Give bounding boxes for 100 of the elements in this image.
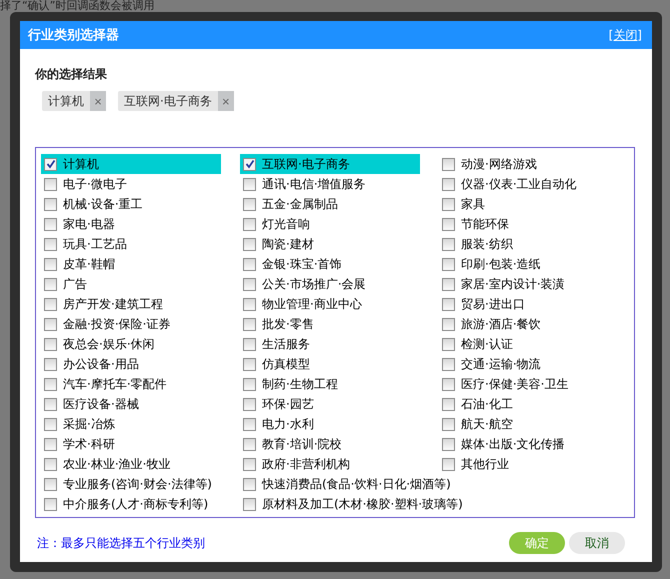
option-label[interactable]: 计算机 bbox=[63, 156, 99, 172]
checkbox[interactable] bbox=[243, 498, 256, 510]
cancel-button[interactable]: 取消 bbox=[569, 532, 625, 554]
checkbox[interactable] bbox=[44, 178, 57, 190]
option-label[interactable]: 政府·非营利机构 bbox=[262, 456, 350, 472]
option-label[interactable]: 仪器·仪表·工业自动化 bbox=[461, 176, 577, 192]
option-label[interactable]: 制药·生物工程 bbox=[262, 376, 338, 392]
checkbox[interactable] bbox=[243, 378, 256, 390]
checkbox[interactable] bbox=[243, 218, 256, 230]
option-label[interactable]: 灯光音响 bbox=[262, 216, 310, 232]
checkbox[interactable] bbox=[442, 198, 455, 210]
checkbox[interactable] bbox=[442, 238, 455, 250]
option-label[interactable]: 家居·室内设计·装潢 bbox=[461, 276, 565, 292]
option-label[interactable]: 节能环保 bbox=[461, 216, 509, 232]
option-label[interactable]: 快速消费品(食品·饮料·日化·烟酒等) bbox=[262, 476, 451, 492]
option-label[interactable]: 贸易·进出口 bbox=[461, 296, 525, 312]
option-label[interactable]: 医疗·保健·美容·卫生 bbox=[461, 376, 568, 392]
option-label[interactable]: 汽车·摩托车·零配件 bbox=[63, 376, 167, 392]
checkbox[interactable] bbox=[442, 318, 455, 330]
checkbox[interactable] bbox=[243, 318, 256, 330]
option-label[interactable]: 动漫·网络游戏 bbox=[461, 156, 537, 172]
option-label[interactable]: 金融·投资·保险·证券 bbox=[63, 316, 170, 332]
checkbox[interactable] bbox=[442, 438, 455, 450]
option-label[interactable]: 其他行业 bbox=[461, 456, 509, 472]
option-label[interactable]: 专业服务(咨询·财会·法律等) bbox=[63, 476, 212, 492]
checkbox[interactable] bbox=[243, 458, 256, 470]
checkbox[interactable] bbox=[442, 358, 455, 370]
option-label[interactable]: 教育·培训·院校 bbox=[262, 436, 342, 452]
option-label[interactable]: 五金·金属制品 bbox=[262, 196, 338, 212]
option-label[interactable]: 媒体·出版·文化传播 bbox=[461, 436, 565, 452]
checkbox[interactable] bbox=[243, 278, 256, 290]
option-label[interactable]: 仿真模型 bbox=[262, 356, 310, 372]
checkbox[interactable] bbox=[442, 378, 455, 390]
checkbox[interactable] bbox=[243, 358, 256, 370]
checkbox[interactable] bbox=[243, 438, 256, 450]
option-label[interactable]: 互联网·电子商务 bbox=[262, 156, 350, 172]
checkbox[interactable] bbox=[44, 398, 57, 410]
option-label[interactable]: 学术·科研 bbox=[63, 436, 115, 452]
option-label[interactable]: 中介服务(人才·商标专利等) bbox=[63, 496, 208, 512]
option-label[interactable]: 房产开发·建筑工程 bbox=[63, 296, 163, 312]
checkbox[interactable] bbox=[44, 278, 57, 290]
checkbox[interactable] bbox=[44, 338, 57, 350]
checkbox[interactable] bbox=[44, 498, 57, 510]
checkbox[interactable] bbox=[442, 338, 455, 350]
checkbox[interactable] bbox=[44, 218, 57, 230]
checkbox[interactable] bbox=[243, 478, 256, 490]
option-label[interactable]: 生活服务 bbox=[262, 336, 310, 352]
checkbox[interactable] bbox=[442, 218, 455, 230]
option-label[interactable]: 航天·航空 bbox=[461, 416, 513, 432]
checkbox[interactable] bbox=[44, 298, 57, 310]
option-label[interactable]: 交通·运输·物流 bbox=[461, 356, 541, 372]
checkbox[interactable] bbox=[243, 418, 256, 430]
checkbox[interactable] bbox=[442, 398, 455, 410]
option-label[interactable]: 公关·市场推广·会展 bbox=[262, 276, 366, 292]
checkbox[interactable] bbox=[442, 158, 455, 170]
option-label[interactable]: 检测·认证 bbox=[461, 336, 513, 352]
checkbox[interactable] bbox=[243, 158, 256, 170]
option-label[interactable]: 通讯·电信·增值服务 bbox=[262, 176, 366, 192]
checkbox[interactable] bbox=[44, 258, 57, 270]
checkbox[interactable] bbox=[243, 298, 256, 310]
option-label[interactable]: 旅游·酒店·餐饮 bbox=[461, 316, 541, 332]
option-label[interactable]: 批发·零售 bbox=[262, 316, 314, 332]
checkbox[interactable] bbox=[44, 238, 57, 250]
checkbox[interactable] bbox=[243, 338, 256, 350]
checkbox[interactable] bbox=[442, 278, 455, 290]
option-label[interactable]: 环保·园艺 bbox=[262, 396, 314, 412]
option-label[interactable]: 服装·纺织 bbox=[461, 236, 513, 252]
checkbox[interactable] bbox=[44, 358, 57, 370]
checkbox[interactable] bbox=[243, 258, 256, 270]
option-label[interactable]: 广告 bbox=[63, 276, 87, 292]
checkbox[interactable] bbox=[243, 398, 256, 410]
option-label[interactable]: 皮革·鞋帽 bbox=[63, 256, 115, 272]
option-label[interactable]: 玩具·工艺品 bbox=[63, 236, 127, 252]
checkbox[interactable] bbox=[44, 418, 57, 430]
option-label[interactable]: 电力·水利 bbox=[262, 416, 314, 432]
checkbox[interactable] bbox=[44, 438, 57, 450]
checkbox[interactable] bbox=[243, 178, 256, 190]
checkbox[interactable] bbox=[44, 198, 57, 210]
checkbox[interactable] bbox=[44, 158, 57, 170]
checkbox[interactable] bbox=[44, 458, 57, 470]
checkbox[interactable] bbox=[44, 478, 57, 490]
checkbox[interactable] bbox=[243, 198, 256, 210]
checkbox[interactable] bbox=[442, 418, 455, 430]
option-label[interactable]: 石油·化工 bbox=[461, 396, 513, 412]
option-label[interactable]: 夜总会·娱乐·休闲 bbox=[63, 336, 155, 352]
option-label[interactable]: 金银·珠宝·首饰 bbox=[262, 256, 342, 272]
checkbox[interactable] bbox=[442, 178, 455, 190]
option-label[interactable]: 家具 bbox=[461, 196, 485, 212]
checkbox[interactable] bbox=[44, 318, 57, 330]
option-label[interactable]: 办公设备·用品 bbox=[63, 356, 139, 372]
option-label[interactable]: 原材料及加工(木材·橡胶·塑料·玻璃等) bbox=[262, 496, 463, 512]
option-label[interactable]: 陶瓷·建材 bbox=[262, 236, 314, 252]
option-label[interactable]: 电子·微电子 bbox=[63, 176, 127, 192]
option-label[interactable]: 物业管理·商业中心 bbox=[262, 296, 362, 312]
option-label[interactable]: 机械·设备·重工 bbox=[63, 196, 143, 212]
checkbox[interactable] bbox=[442, 298, 455, 310]
checkbox[interactable] bbox=[442, 458, 455, 470]
checkbox[interactable] bbox=[44, 378, 57, 390]
checkbox[interactable] bbox=[442, 258, 455, 270]
checkbox[interactable] bbox=[243, 238, 256, 250]
